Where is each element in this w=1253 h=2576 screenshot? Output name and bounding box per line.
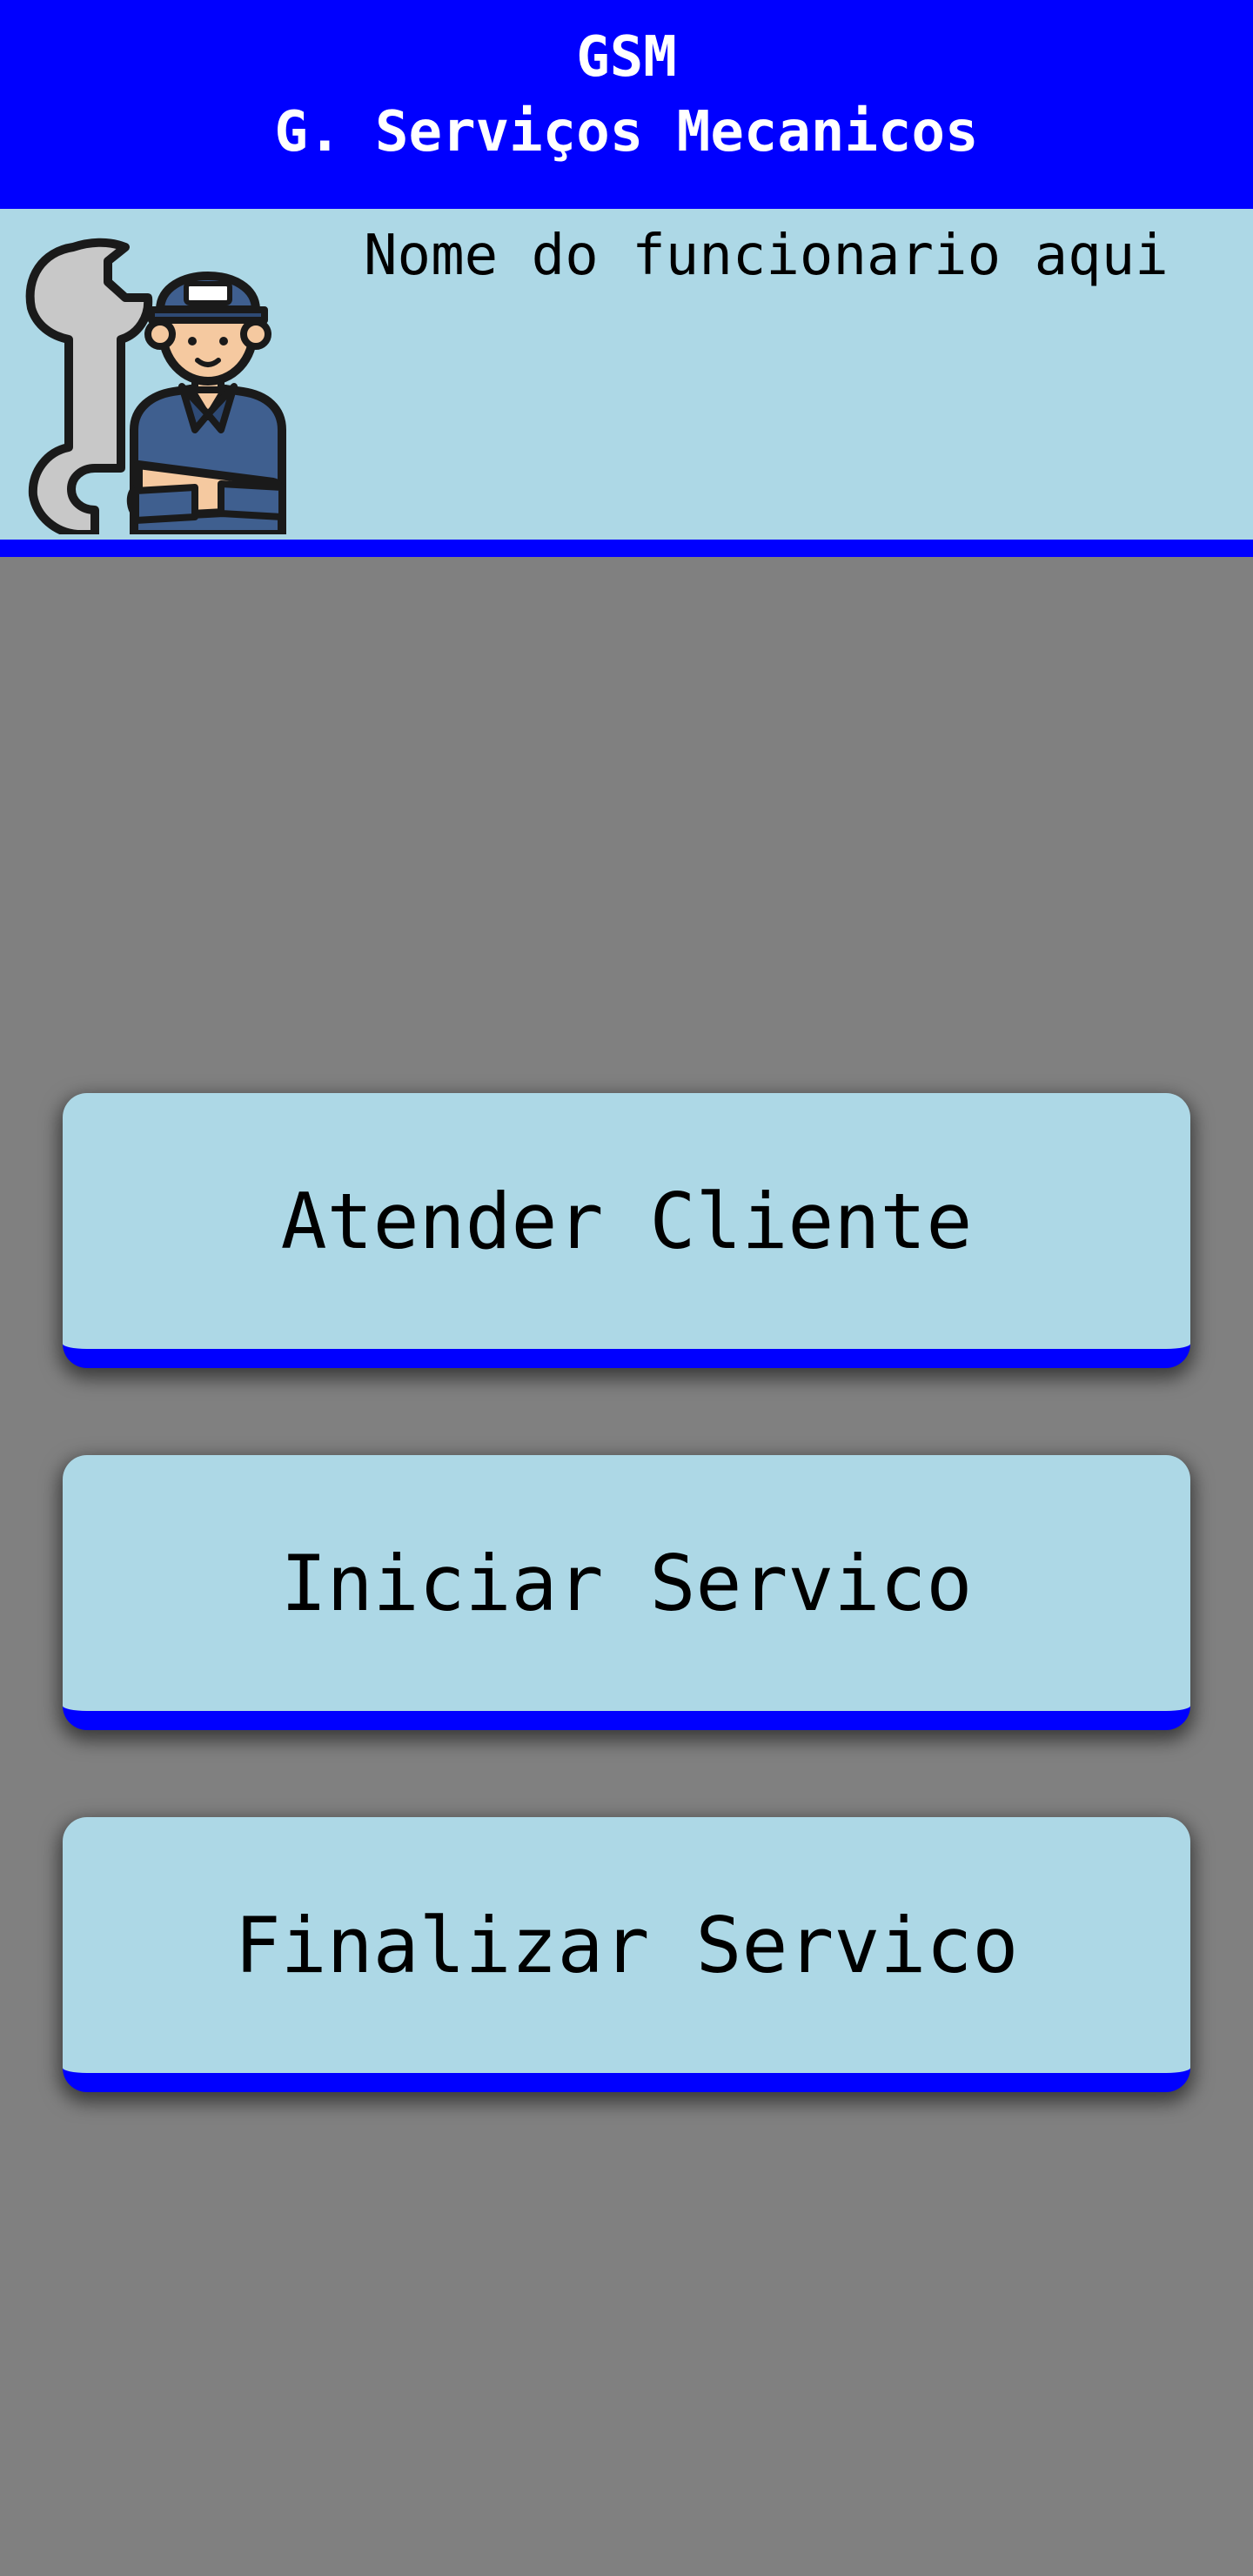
- app-screen: GSM G. Serviços Mecanicos Nome do funcio…: [0, 0, 1253, 2576]
- finalizar-servico-button[interactable]: Finalizar Servico: [63, 1817, 1190, 2092]
- employee-name-label: Nome do funcionario aqui: [364, 224, 1169, 288]
- app-header: GSM G. Serviços Mecanicos: [0, 0, 1253, 209]
- employee-profile-panel: Nome do funcionario aqui: [0, 209, 1253, 557]
- atender-cliente-button[interactable]: Atender Cliente: [63, 1093, 1190, 1368]
- app-subtitle: G. Serviços Mecanicos: [274, 100, 979, 164]
- iniciar-servico-button[interactable]: Iniciar Servico: [63, 1455, 1190, 1730]
- mechanic-avatar-icon: [25, 238, 286, 534]
- mechanic-figure: [126, 272, 286, 534]
- app-title: GSM: [576, 25, 677, 90]
